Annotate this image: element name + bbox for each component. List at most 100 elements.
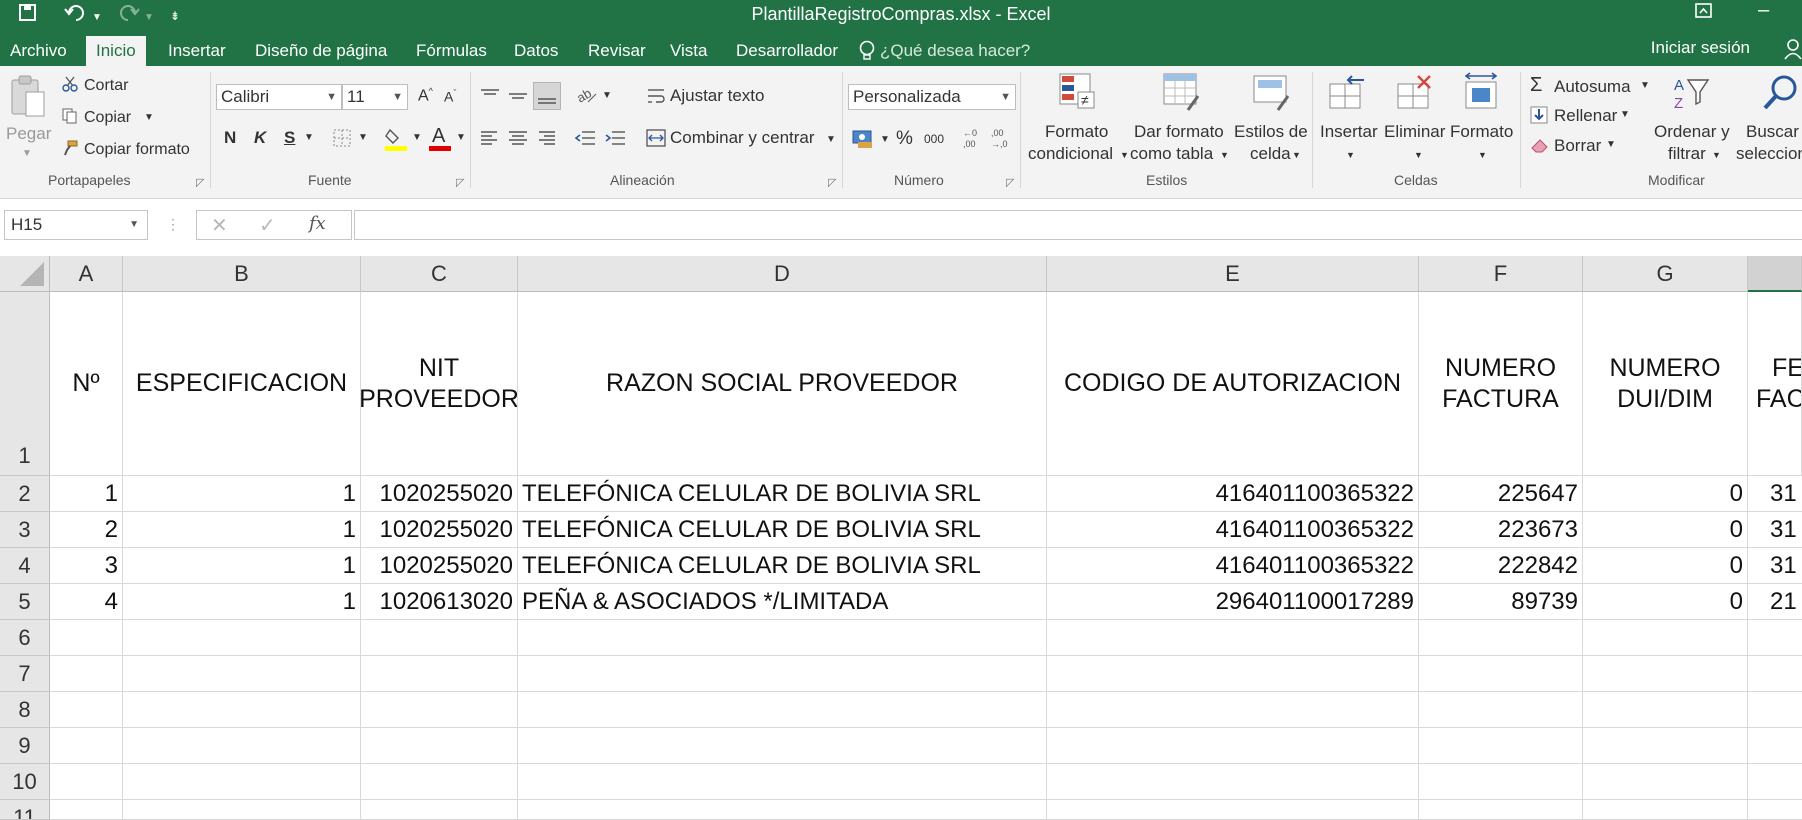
- empty-cell[interactable]: [1748, 656, 1802, 692]
- borders-dropdown-icon[interactable]: ▼: [358, 132, 368, 143]
- cell-numero-dui[interactable]: 0: [1583, 584, 1748, 620]
- empty-cell[interactable]: [1748, 728, 1802, 764]
- sort-filter-button-line2[interactable]: filtrar: [1668, 144, 1706, 164]
- chevron-down-icon[interactable]: ▼: [1712, 150, 1721, 160]
- empty-cell[interactable]: [1748, 692, 1802, 728]
- sort-filter-button-line1[interactable]: Ordenar y: [1654, 122, 1730, 142]
- borders-icon[interactable]: [332, 128, 352, 148]
- empty-cell[interactable]: [1583, 728, 1748, 764]
- underline-dropdown-icon[interactable]: ▼: [304, 132, 314, 143]
- cell-numero-factura[interactable]: 223673: [1419, 512, 1583, 548]
- row-header-4[interactable]: 4: [0, 548, 50, 584]
- cell-especificacion[interactable]: 1: [123, 476, 361, 512]
- copy-dropdown-icon[interactable]: ▼: [144, 112, 154, 123]
- cell-especificacion[interactable]: 1: [123, 584, 361, 620]
- currency-dropdown-icon[interactable]: ▼: [880, 134, 890, 145]
- cell-numero-factura[interactable]: 222842: [1419, 548, 1583, 584]
- formula-input[interactable]: [354, 210, 1802, 240]
- cell-razon-social[interactable]: TELEFÓNICA CELULAR DE BOLIVIA SRL: [518, 548, 1047, 584]
- paste-button[interactable]: Pegar: [6, 124, 51, 144]
- empty-cell[interactable]: [518, 764, 1047, 800]
- cell-numero-dui[interactable]: 0: [1583, 476, 1748, 512]
- tab-archivo[interactable]: Archivo: [0, 36, 77, 66]
- empty-cell[interactable]: [518, 800, 1047, 820]
- font-size-combo[interactable]: 11 ▼: [342, 84, 408, 110]
- column-header-d[interactable]: D: [518, 256, 1047, 292]
- empty-cell[interactable]: [1047, 728, 1419, 764]
- empty-cell[interactable]: [518, 620, 1047, 656]
- bold-button[interactable]: N: [224, 128, 236, 148]
- header-cell-fecha[interactable]: FECHA FACTURA: [1748, 292, 1802, 476]
- conditional-formatting-button-line1[interactable]: Formato: [1045, 122, 1108, 142]
- empty-cell[interactable]: [1748, 620, 1802, 656]
- header-cell-nit[interactable]: NIT PROVEEDOR: [361, 292, 518, 476]
- minimize-icon[interactable]: –: [1758, 0, 1769, 20]
- insert-function-button[interactable]: fx: [309, 213, 326, 234]
- decrease-font-icon[interactable]: Aˇ: [444, 88, 456, 105]
- empty-cell[interactable]: [361, 620, 518, 656]
- fill-color-dropdown-icon[interactable]: ▼: [412, 132, 422, 143]
- empty-cell[interactable]: [50, 728, 123, 764]
- empty-cell[interactable]: [50, 620, 123, 656]
- dialog-launcher-icon[interactable]: ◸: [1006, 176, 1014, 189]
- font-color-icon[interactable]: A: [428, 124, 452, 152]
- align-middle-icon[interactable]: [508, 88, 528, 104]
- empty-cell[interactable]: [50, 656, 123, 692]
- empty-cell[interactable]: [1419, 800, 1583, 820]
- sign-in-link[interactable]: Iniciar sesión: [1651, 38, 1750, 58]
- empty-cell[interactable]: [361, 692, 518, 728]
- empty-cell[interactable]: [1419, 656, 1583, 692]
- cell-numero-factura[interactable]: 225647: [1419, 476, 1583, 512]
- row-header-6[interactable]: 6: [0, 620, 50, 656]
- cell-fecha[interactable]: 21: [1748, 584, 1802, 620]
- format-cells-button[interactable]: Formato: [1450, 122, 1513, 142]
- column-header-e[interactable]: E: [1047, 256, 1419, 292]
- empty-cell[interactable]: [361, 800, 518, 820]
- column-header-h[interactable]: H: [1748, 256, 1802, 292]
- format-as-table-button-line2[interactable]: como tabla: [1130, 144, 1213, 164]
- tab-desarrollador[interactable]: Desarrollador: [726, 36, 848, 66]
- merge-center-button[interactable]: Combinar y centrar: [670, 128, 815, 148]
- cell-no[interactable]: 1: [50, 476, 123, 512]
- currency-format-icon[interactable]: [852, 128, 876, 150]
- paste-dropdown-icon[interactable]: ▼: [22, 148, 32, 159]
- row-header-11[interactable]: 11: [0, 800, 50, 820]
- align-left-icon[interactable]: [480, 130, 500, 146]
- empty-cell[interactable]: [1583, 620, 1748, 656]
- fill-color-icon[interactable]: [384, 126, 408, 152]
- ribbon-display-options-icon[interactable]: [1695, 3, 1713, 19]
- cell-no[interactable]: 4: [50, 584, 123, 620]
- empty-cell[interactable]: [50, 764, 123, 800]
- cell-razon-social[interactable]: PEÑA & ASOCIADOS */LIMITADA: [518, 584, 1047, 620]
- row-header-2[interactable]: 2: [0, 476, 50, 512]
- find-select-button-line2[interactable]: seleccionar: [1736, 144, 1802, 164]
- paste-icon[interactable]: [8, 74, 48, 120]
- header-cell-razon-social[interactable]: RAZON SOCIAL PROVEEDOR: [518, 292, 1047, 476]
- decrease-indent-icon[interactable]: [574, 130, 596, 146]
- empty-cell[interactable]: [123, 764, 361, 800]
- chevron-down-icon[interactable]: ▼: [1414, 150, 1423, 160]
- align-bottom-icon[interactable]: [533, 82, 561, 110]
- cell-codigo[interactable]: 416401100365322: [1047, 548, 1419, 584]
- empty-cell[interactable]: [50, 800, 123, 820]
- dialog-launcher-icon[interactable]: ◸: [196, 176, 204, 189]
- fill-button[interactable]: Rellenar: [1554, 106, 1617, 126]
- chevron-down-icon[interactable]: ▼: [129, 211, 139, 239]
- dialog-launcher-icon[interactable]: ◸: [456, 176, 464, 189]
- wrap-text-button[interactable]: Ajustar texto: [670, 86, 765, 106]
- header-cell-numero-factura[interactable]: NUMERO FACTURA: [1419, 292, 1583, 476]
- increase-decimal-icon[interactable]: ←0,00: [962, 126, 984, 150]
- tab-diseno-pagina[interactable]: Diseño de página: [245, 36, 397, 66]
- empty-cell[interactable]: [1047, 656, 1419, 692]
- empty-cell[interactable]: [123, 656, 361, 692]
- enter-icon[interactable]: ✓: [259, 213, 276, 238]
- header-cell-especificacion[interactable]: ESPECIFICACION: [123, 292, 361, 476]
- empty-cell[interactable]: [1583, 800, 1748, 820]
- chevron-down-icon[interactable]: ▼: [1120, 150, 1129, 160]
- cell-especificacion[interactable]: 1: [123, 548, 361, 584]
- row-header-5[interactable]: 5: [0, 584, 50, 620]
- cell-styles-button-line1[interactable]: Estilos de: [1234, 122, 1308, 142]
- empty-cell[interactable]: [1419, 728, 1583, 764]
- row-header-8[interactable]: 8: [0, 692, 50, 728]
- name-box[interactable]: H15 ▼: [4, 210, 148, 240]
